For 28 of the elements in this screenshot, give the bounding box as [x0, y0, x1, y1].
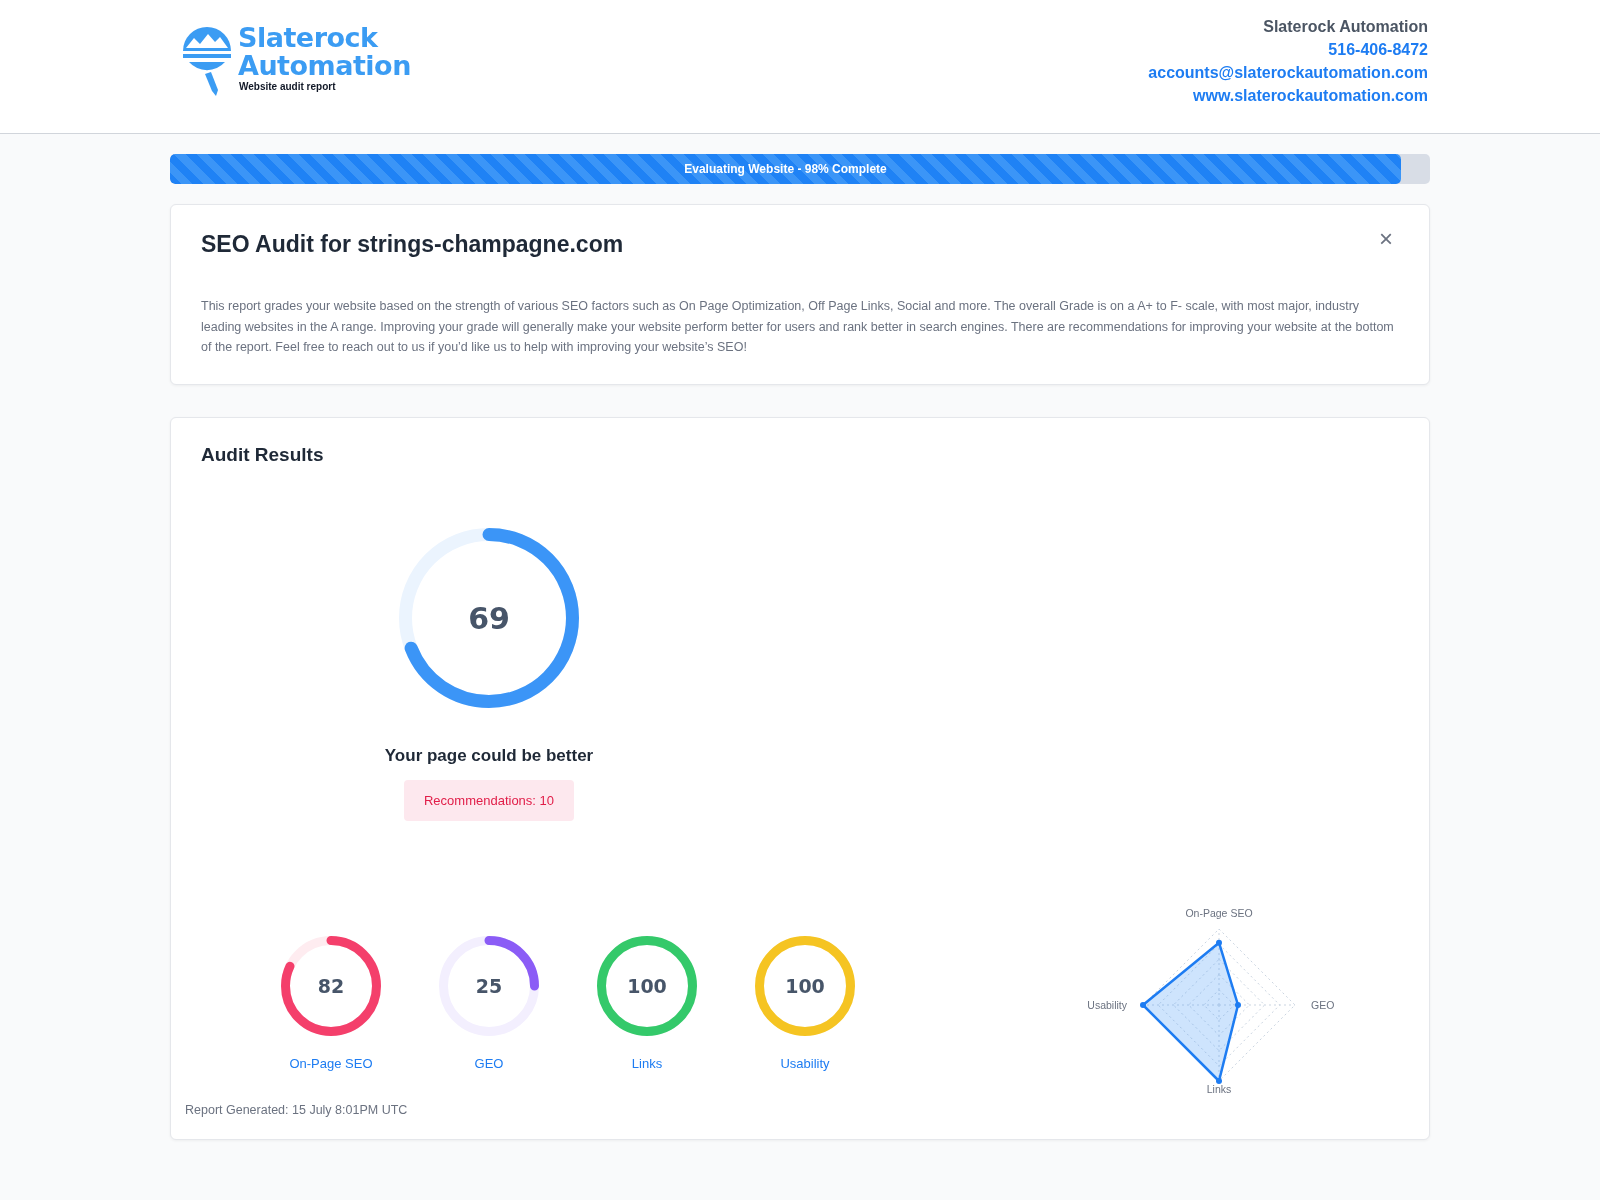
logo-text: Slaterock [238, 24, 379, 52]
intro-text: This report grades your website based on the strength of various SEO factors such as On Page Optimization, Off Page Links, Social and more. The overall Grade is on a A+ to F- scale, with most major, industry leading websites in the A range. Improving your grade will generally make your website perform better for users and rank better in search engines. There are recommendations for improving your website at the bottom of the report. Feel free to reach out to us if you’d like us to help with improving your website’s SEO! [201, 298, 1395, 356]
website-link[interactable]: www.slaterockautomation.com [1193, 87, 1428, 105]
axis-label: On-Page SEO [1185, 906, 1253, 919]
card-title: SEO Audit for strings-champagne.com [201, 231, 624, 258]
phone-link[interactable]: 516-406-8472 [1328, 41, 1428, 59]
axis-label: Links [1206, 1082, 1232, 1095]
category-score: 25 [475, 974, 503, 997]
verdict-text: Your page could be better [384, 745, 594, 766]
axis-label: Usability [1087, 998, 1127, 1011]
card-title: Audit Results [201, 443, 324, 466]
logo-text: Automation [238, 52, 411, 80]
category-link[interactable]: Links [631, 1055, 663, 1071]
category-score: 100 [627, 974, 667, 997]
report-date: Report Generated: 15 July 8:01PM UTC [185, 1102, 408, 1117]
email-link[interactable]: accounts@slaterockautomation.com [1148, 64, 1428, 82]
progress-label: Evaluating Website - 98% Complete [684, 162, 887, 176]
category-link[interactable]: On-Page SEO [289, 1055, 373, 1071]
category-score: 82 [317, 974, 345, 997]
category-link[interactable]: Usability [780, 1055, 830, 1071]
axis-label: GEO [1311, 998, 1335, 1011]
category-link[interactable]: GEO [474, 1055, 504, 1071]
close-button[interactable]: × [1375, 225, 1397, 253]
logo-tagline: Website audit report [239, 81, 337, 92]
recommendations-badge: Recommendations: 10 [403, 779, 575, 821]
category-score: 100 [785, 974, 825, 997]
company-name: Slaterock Automation [1263, 18, 1428, 36]
overall-score: 69 [468, 600, 510, 635]
